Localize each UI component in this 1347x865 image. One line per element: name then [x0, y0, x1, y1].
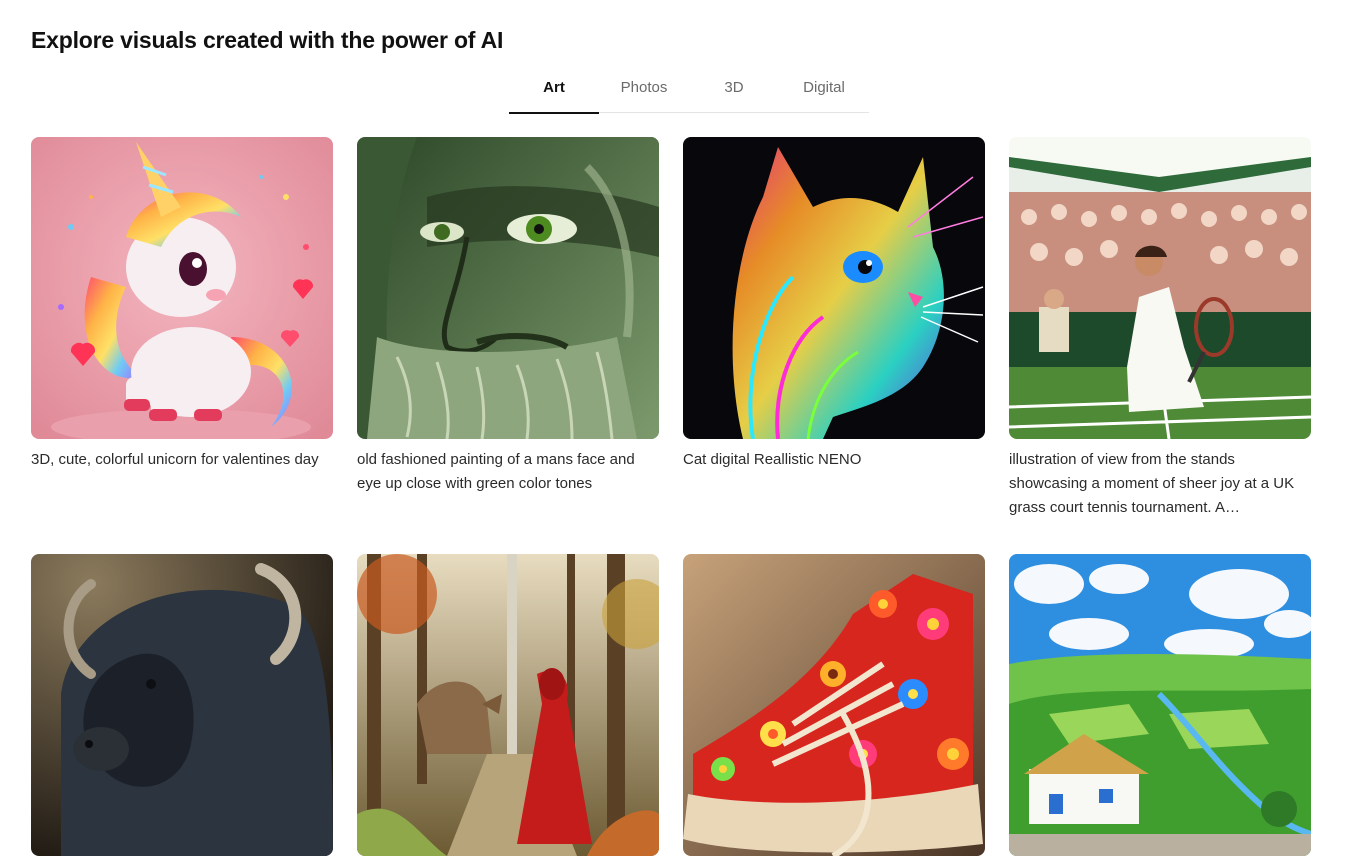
forest-wolf-image[interactable] — [357, 554, 659, 856]
neon-cat-image[interactable] — [683, 137, 985, 439]
gallery-card-mans-face[interactable]: old fashioned painting of a mans face an… — [357, 137, 659, 520]
category-tabs: Art Photos 3D Digital — [509, 68, 869, 114]
page-title: Explore visuals created with the power o… — [31, 27, 504, 53]
tab-art[interactable]: Art — [509, 68, 599, 114]
gallery-card-bison[interactable] — [31, 554, 333, 865]
tennis-image[interactable] — [1009, 137, 1311, 439]
flower-sneaker-image[interactable] — [683, 554, 985, 856]
card-caption: old fashioned painting of a mans face an… — [357, 451, 635, 492]
unicorn-image[interactable] — [31, 137, 333, 439]
gallery-card-flower-sneaker[interactable] — [683, 554, 985, 865]
gallery-card-countryside[interactable] — [1009, 554, 1311, 865]
gallery-card-neon-cat[interactable]: Cat digital Reallistic NENO — [683, 137, 985, 520]
bison-image[interactable] — [31, 554, 333, 856]
tab-photos[interactable]: Photos — [599, 68, 689, 113]
countryside-image[interactable] — [1009, 554, 1311, 856]
mans-face-image[interactable] — [357, 137, 659, 439]
tab-digital[interactable]: Digital — [779, 68, 869, 113]
gallery-grid: 3D, cute, colorful unicorn for valentine… — [31, 137, 1311, 865]
card-caption: illustration of view from the stands sho… — [1009, 451, 1295, 516]
card-caption: 3D, cute, colorful unicorn for valentine… — [31, 451, 319, 468]
card-caption: Cat digital Reallistic NENO — [683, 451, 862, 468]
tab-3d[interactable]: 3D — [689, 68, 779, 113]
gallery-card-forest-wolf[interactable] — [357, 554, 659, 865]
gallery-card-tennis[interactable]: illustration of view from the stands sho… — [1009, 137, 1311, 520]
gallery-card-unicorn[interactable]: 3D, cute, colorful unicorn for valentine… — [31, 137, 333, 520]
